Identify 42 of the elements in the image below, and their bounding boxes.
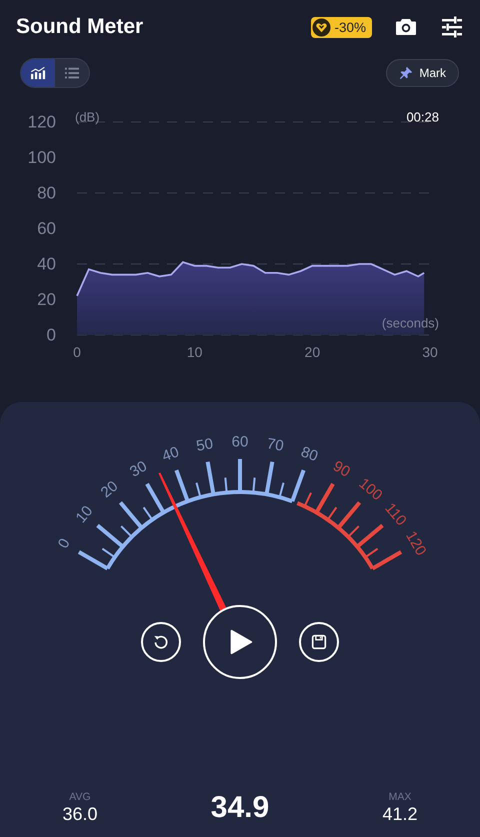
gauge-scale-label: 20 <box>98 478 122 502</box>
gauge-scale-label: 60 <box>232 434 248 450</box>
y-axis-label: 0 <box>46 326 56 344</box>
avg-label: AVG <box>69 791 91 803</box>
y-axis-label: 100 <box>28 148 56 167</box>
gauge-scale-label: 70 <box>266 435 285 455</box>
mark-button[interactable]: Mark <box>386 59 459 87</box>
x-axis-label: 0 <box>73 344 81 360</box>
max-label: MAX <box>388 791 412 803</box>
x-axis-label: 20 <box>304 344 320 360</box>
gauge-scale-label: 0 <box>54 536 74 552</box>
reset-icon <box>152 633 170 651</box>
save-icon <box>310 633 328 651</box>
x-axis-label: 10 <box>186 344 202 360</box>
pin-icon <box>399 66 414 80</box>
list-icon <box>64 66 80 80</box>
gauge-scale-label: 10 <box>72 502 96 526</box>
chart-view-tab[interactable] <box>21 59 55 87</box>
settings-icon[interactable] <box>440 15 464 39</box>
gauge-scale-label: 30 <box>127 458 150 481</box>
reset-button[interactable] <box>141 622 181 662</box>
y-axis-label: 20 <box>37 290 56 309</box>
gauge-scale-label: 50 <box>195 435 214 455</box>
x-axis-unit: (seconds) <box>382 316 439 330</box>
y-axis-label: 60 <box>37 219 56 238</box>
app-title: Sound Meter <box>16 15 144 39</box>
y-axis-label: 120 <box>28 112 56 132</box>
y-axis-unit: (dB) <box>75 110 100 124</box>
elapsed-time: 00:28 <box>406 110 439 124</box>
avg-value: 36.0 <box>62 804 98 825</box>
current-value: 34.9 <box>210 791 270 825</box>
y-axis-label: 40 <box>37 254 56 274</box>
x-axis-label: 30 <box>422 344 438 360</box>
max-value: 41.2 <box>382 804 418 825</box>
bar-chart-icon <box>30 66 46 80</box>
discount-badge[interactable]: -30% <box>311 16 372 38</box>
save-button[interactable] <box>299 622 339 662</box>
gauge-scale-label: 80 <box>298 443 320 466</box>
gauge-scale-label: 90 <box>330 458 353 481</box>
gauge-scale-label: 40 <box>160 443 182 466</box>
y-axis-label: 80 <box>37 184 56 202</box>
gauge-scale-label: 120 <box>402 528 430 559</box>
